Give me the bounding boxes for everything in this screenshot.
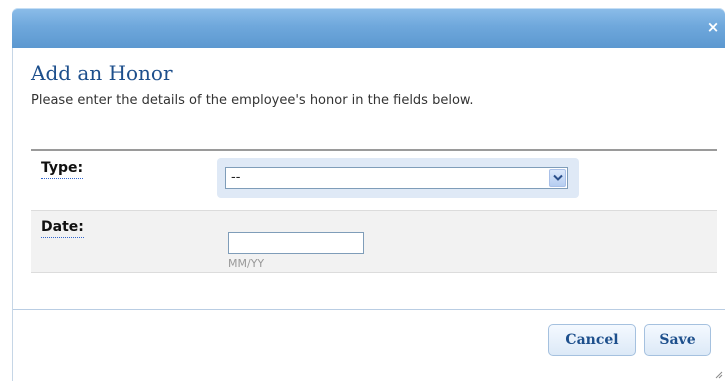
save-button[interactable]: Save (644, 324, 711, 356)
type-select[interactable]: -- (225, 167, 568, 189)
type-select-highlight: -- (217, 158, 579, 198)
type-label: Type: (41, 160, 84, 179)
close-icon[interactable]: × (705, 18, 721, 36)
type-select-value: -- (231, 170, 241, 185)
dialog-title: Add an Honor (31, 61, 173, 85)
type-row: Type: -- (31, 149, 717, 211)
dialog-titlebar[interactable]: × (12, 8, 725, 48)
date-row: Date: MM/YY (31, 211, 717, 273)
footer-divider (13, 309, 725, 310)
date-input[interactable] (228, 232, 364, 254)
resize-grip-icon[interactable] (713, 369, 723, 379)
add-honor-dialog: × Add an Honor Please enter the details … (0, 0, 725, 381)
cancel-button[interactable]: Cancel (548, 324, 636, 356)
date-label: Date: (41, 219, 84, 238)
date-format-hint: MM/YY (228, 257, 265, 270)
chevron-down-icon[interactable] (549, 169, 566, 187)
dialog-subtitle: Please enter the details of the employee… (31, 93, 474, 108)
